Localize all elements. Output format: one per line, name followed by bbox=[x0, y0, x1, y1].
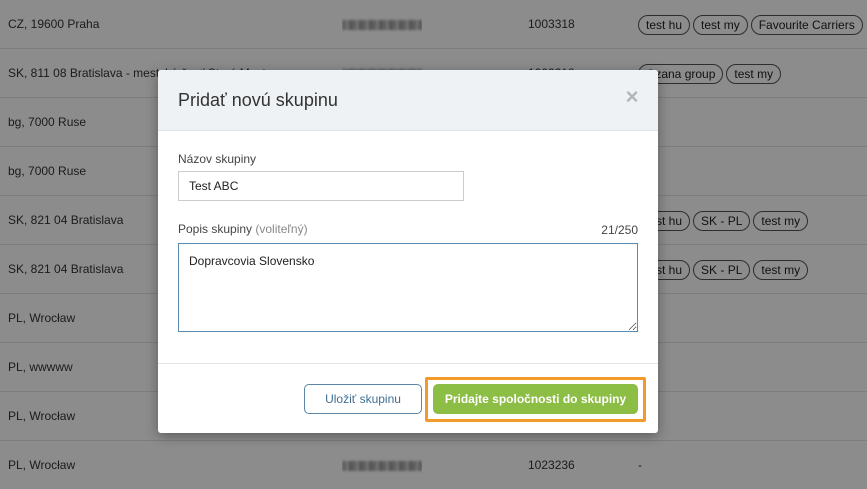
save-group-button[interactable]: Uložiť skupinu bbox=[304, 384, 422, 414]
group-description-label-text: Popis skupiny bbox=[178, 222, 253, 236]
modal-title: Pridať novú skupinu bbox=[178, 90, 338, 110]
add-companies-button[interactable]: Pridajte spoločnosti do skupiny bbox=[433, 384, 638, 414]
modal-body: Názov skupiny Popis skupiny (voliteľný) … bbox=[158, 131, 658, 363]
add-group-modal: Pridať novú skupinu × Názov skupiny Popi… bbox=[158, 70, 658, 433]
optional-hint: (voliteľný) bbox=[255, 222, 308, 236]
modal-header: Pridať novú skupinu × bbox=[158, 70, 658, 131]
group-description-label: Popis skupiny (voliteľný) bbox=[178, 222, 308, 236]
char-counter: 21/250 bbox=[601, 223, 638, 237]
group-name-input[interactable] bbox=[178, 171, 464, 201]
page: CZ, 19600 Praha 1003318 test hu test my Favo… bbox=[0, 0, 867, 489]
modal-footer: Uložiť skupinu Pridajte spoločnosti do s… bbox=[158, 363, 658, 433]
group-description-textarea[interactable]: Dopravcovia Slovensko bbox=[178, 243, 638, 332]
close-icon[interactable]: × bbox=[622, 86, 642, 108]
group-name-label: Názov skupiny bbox=[178, 152, 257, 166]
